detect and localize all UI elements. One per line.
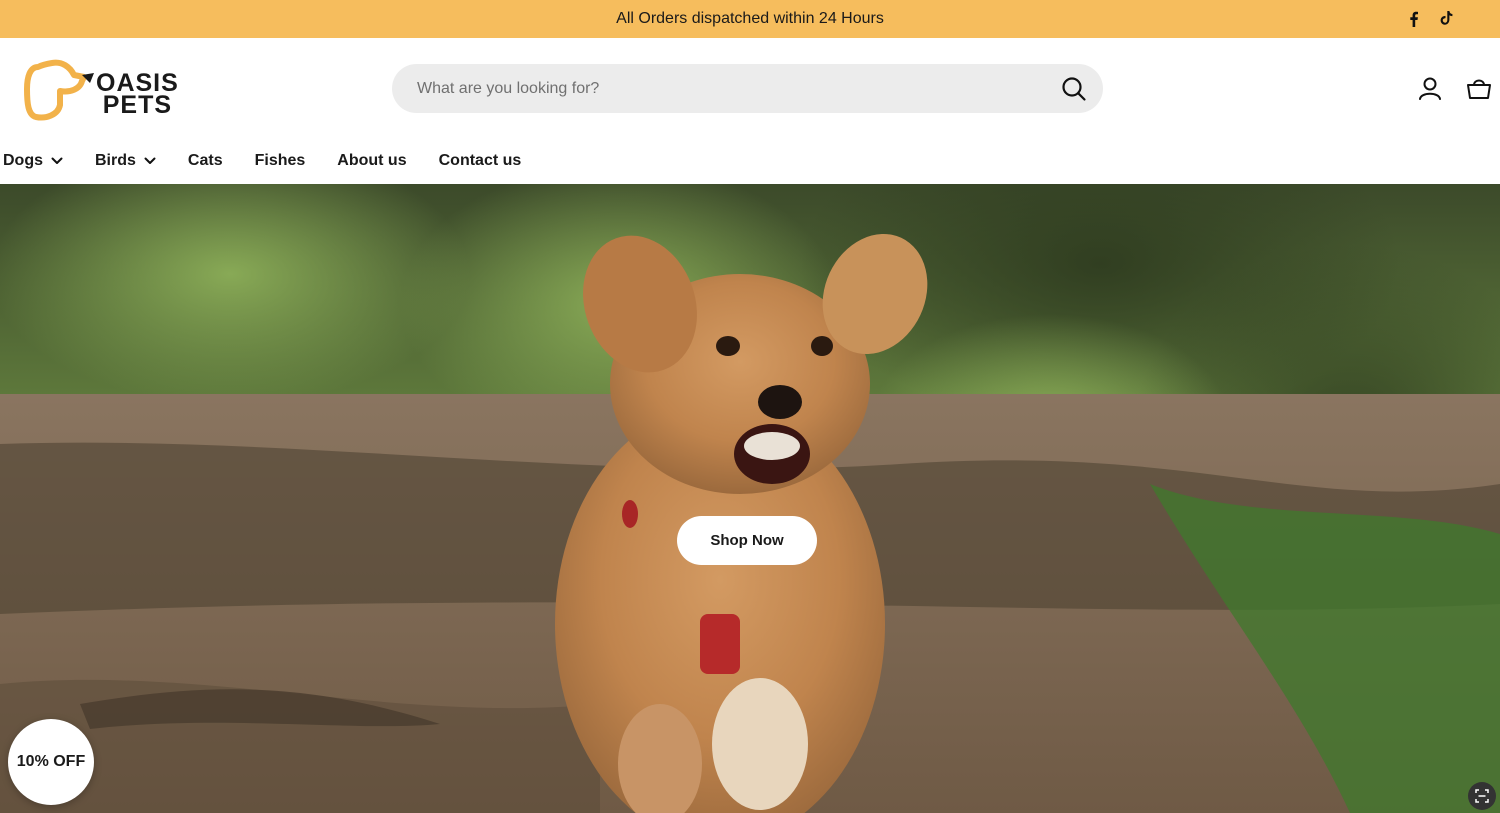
nav-item-label: Cats xyxy=(187,152,223,169)
logo-line2: PETS xyxy=(102,91,173,119)
nav-item-label: Fishes xyxy=(254,152,306,169)
main-nav: Dogs Birds Cats Fishes About us Contact … xyxy=(0,138,521,184)
facebook-icon[interactable] xyxy=(1406,11,1422,27)
chevron-down-icon xyxy=(144,157,156,164)
nav-item-cats[interactable]: Cats xyxy=(188,152,223,170)
search-icon[interactable] xyxy=(1061,76,1087,102)
site-header: OASIS PETS xyxy=(0,38,1500,138)
scan-button[interactable] xyxy=(1468,782,1496,810)
scan-icon xyxy=(1475,789,1489,803)
discount-popup-button[interactable]: 10% OFF xyxy=(8,719,94,805)
nav-item-fishes[interactable]: Fishes xyxy=(255,152,306,170)
nav-item-label: About us xyxy=(337,152,407,169)
social-links xyxy=(1406,0,1454,38)
nav-item-contact-us[interactable]: Contact us xyxy=(439,152,522,170)
nav-item-label: Birds xyxy=(95,152,136,169)
announcement-text: All Orders dispatched within 24 Hours xyxy=(616,10,884,27)
nav-item-dogs[interactable]: Dogs xyxy=(3,152,63,170)
logo-mark-icon xyxy=(24,59,94,121)
cart-icon[interactable] xyxy=(1466,76,1492,100)
logo-text: OASIS PETS xyxy=(96,71,179,119)
search-input[interactable] xyxy=(392,64,1032,113)
site-logo[interactable]: OASIS PETS xyxy=(24,58,184,122)
nav-item-about-us[interactable]: About us xyxy=(337,152,406,170)
nav-item-label: Dogs xyxy=(3,152,43,169)
nav-item-birds[interactable]: Birds xyxy=(95,152,156,170)
announcement-bar: All Orders dispatched within 24 Hours xyxy=(0,0,1500,38)
chevron-down-icon xyxy=(51,157,63,164)
account-icon[interactable] xyxy=(1418,76,1442,100)
search-bar xyxy=(392,64,1103,113)
shop-now-button[interactable]: Shop Now xyxy=(677,516,817,565)
hero-banner: Shop Now xyxy=(0,184,1500,813)
tiktok-icon[interactable] xyxy=(1438,11,1454,27)
hero-dog-image xyxy=(0,184,1500,813)
nav-item-label: Contact us xyxy=(438,152,522,169)
